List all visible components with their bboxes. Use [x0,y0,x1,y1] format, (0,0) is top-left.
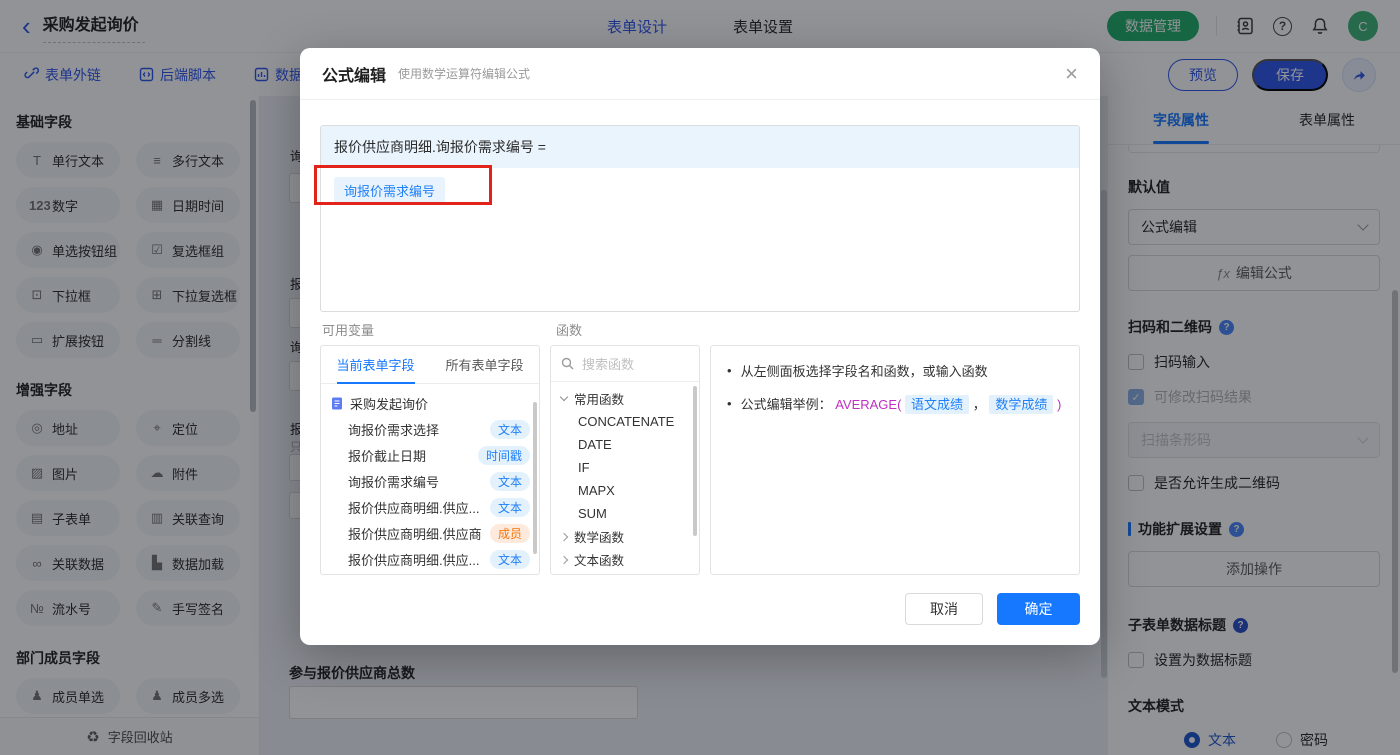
tree-root-form[interactable]: 采购发起询价 [321,390,539,416]
close-icon[interactable]: × [1065,63,1078,85]
tab-current-form-fields[interactable]: 当前表单字段 [321,346,430,383]
variables-panel: 当前表单字段 所有表单字段 采购发起询价 询报价需求选择 文本 报价截止日期 时… [320,345,540,575]
variable-row[interactable]: 询报价需求选择 文本 [321,416,539,442]
formula-edit-modal: 公式编辑 使用数学运算符编辑公式 × 报价供应商明细.询报价需求编号 = 询报价… [300,48,1100,645]
variable-row[interactable]: 报价截止日期 时间戳 [321,442,539,468]
hint-text-1: 从左侧面板选择字段名和函数，或输入函数 [740,364,988,379]
modal-subtitle: 使用数学运算符编辑公式 [398,67,531,81]
type-badge: 成员 [489,523,530,543]
type-badge: 文本 [489,419,530,439]
form-doc-icon [332,397,342,409]
functions-scrollbar[interactable] [693,386,697,536]
function-item[interactable]: CONCATENATE [551,410,699,433]
function-item[interactable]: MAPX [551,479,699,502]
example-function-open: AVERAGE( [835,397,902,412]
formula-hints-panel: • 从左侧面板选择字段名和函数，或输入函数 • 公式编辑举例： AVERAGE(… [710,345,1080,575]
type-badge: 时间戳 [477,445,530,465]
function-item[interactable]: IF [551,456,699,479]
bullet: • [727,396,732,411]
hint-text-2: 公式编辑举例： AVERAGE( 语文成绩 ， 数学成绩 ) [740,395,1062,414]
functions-section-label: 函数 [556,323,583,338]
function-group-common[interactable]: 常用函数 [551,387,699,410]
variables-section-label: 可用变量 [322,323,375,338]
tab-all-form-fields[interactable]: 所有表单字段 [430,346,539,383]
chevron-right-icon [559,555,569,564]
cancel-button[interactable]: 取消 [905,593,983,625]
function-search-input[interactable]: 搜索函数 [551,346,699,382]
function-item[interactable]: SUM [551,502,699,525]
variable-row[interactable]: 报价供应商明细.供应... 文本 [321,546,539,572]
type-badge: 文本 [489,471,530,491]
bullet: • [727,363,732,378]
search-icon [561,357,574,370]
variable-row[interactable]: 报价供应商明细.供应... 文本 [321,494,539,520]
type-badge: 文本 [489,549,530,569]
formula-editor[interactable]: 报价供应商明细.询报价需求编号 = 询报价需求编号 [320,125,1080,312]
functions-panel: 搜索函数 常用函数 CONCATENATE DATE IF MAPX SUM 数… [550,345,700,575]
function-item[interactable]: DATE [551,433,699,456]
confirm-button[interactable]: 确定 [997,593,1080,625]
example-function-close: ) [1056,397,1062,412]
example-field-chip: 数学成绩 [989,395,1054,414]
type-badge: 文本 [489,497,530,517]
example-field-chip: 语文成绩 [905,395,970,414]
modal-title: 公式编辑 [322,67,387,85]
annotation-highlight-box [314,165,492,205]
chevron-right-icon [559,532,569,541]
variable-row[interactable]: 询报价需求编号 文本 [321,468,539,494]
function-group-text[interactable]: 文本函数 [551,548,699,571]
variable-row[interactable]: 报价供应商明细.供应商 成员 [321,520,539,546]
chevron-down-icon [559,392,569,402]
function-group-math[interactable]: 数学函数 [551,525,699,548]
formula-target: 报价供应商明细.询报价需求编号 = [321,126,1079,168]
variables-scrollbar[interactable] [533,402,537,554]
